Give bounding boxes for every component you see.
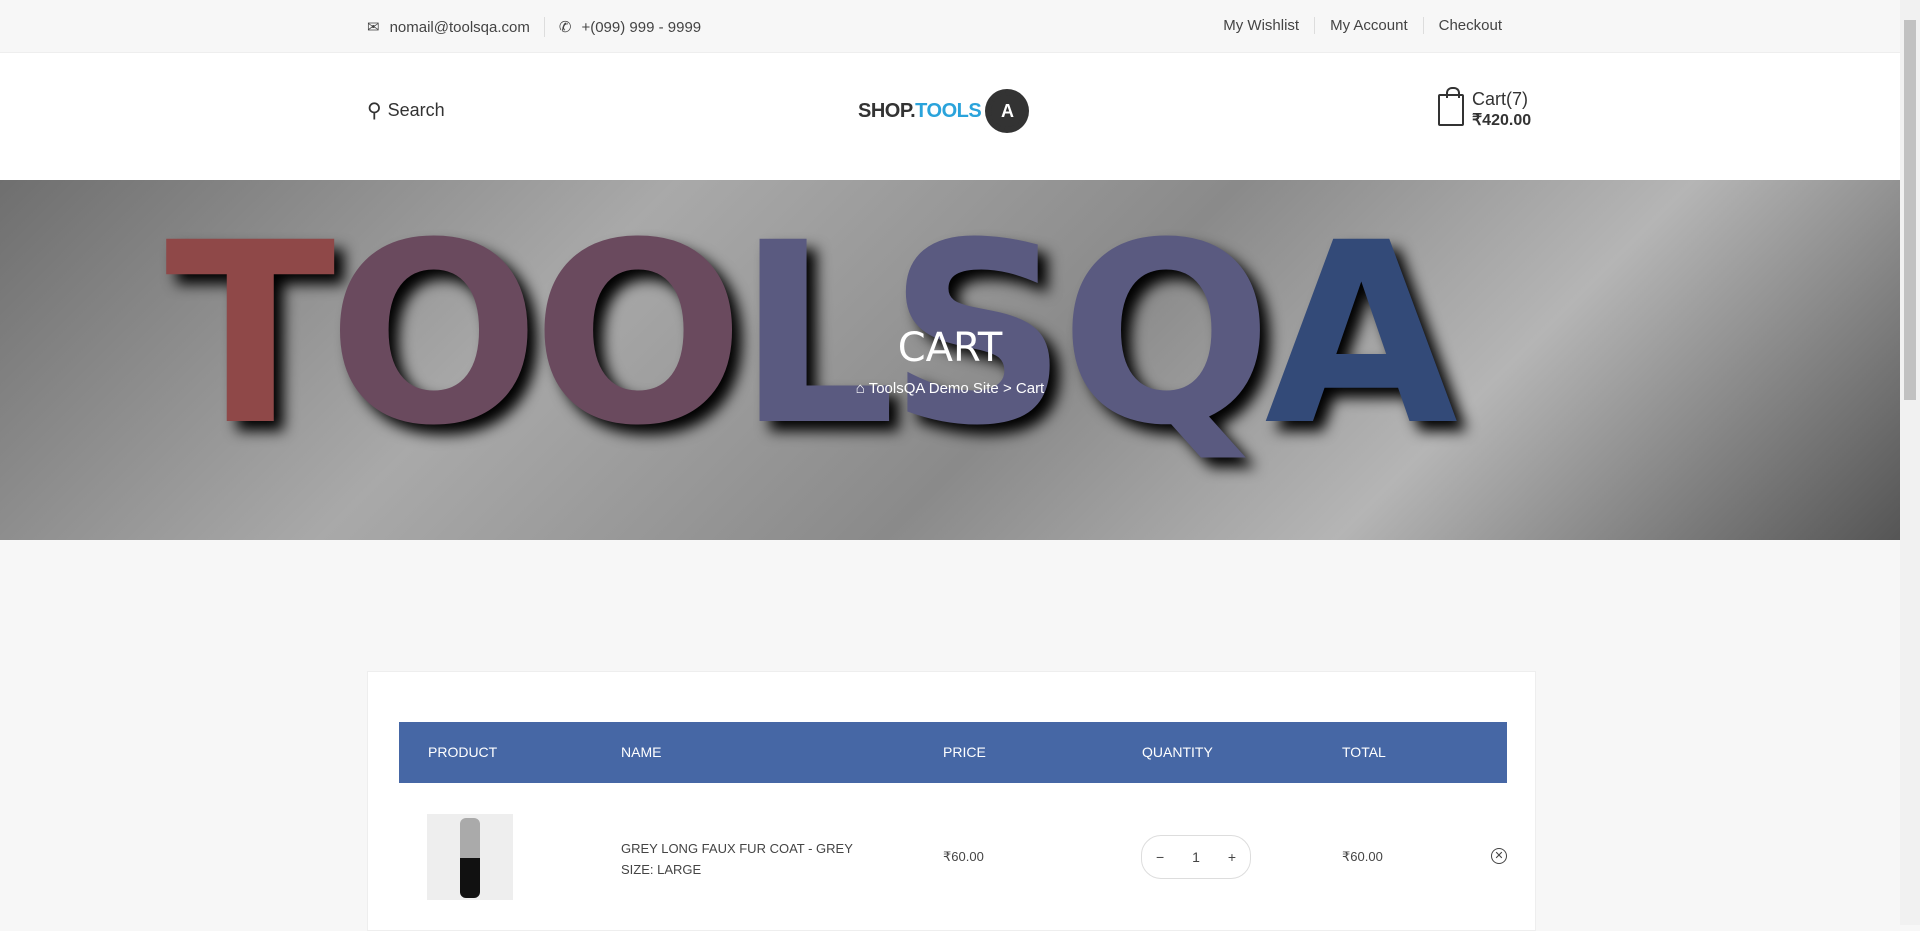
phone-icon: ✆ [558,19,572,36]
product-thumbnail[interactable] [427,814,513,900]
quantity-value[interactable]: 1 [1192,849,1200,865]
search-label: Search [387,100,445,120]
quantity-stepper[interactable]: − 1 + [1141,835,1251,879]
top-bar: ✉ nomail@toolsqa.com ✆ +(099) 999 - 9999… [0,0,1900,53]
cart-table-header: PRODUCT NAME PRICE QUANTITY TOTAL [399,722,1507,783]
mini-cart[interactable]: Cart(7) ₹420.00 [1438,86,1532,130]
search-button[interactable]: ⚲ Search [367,98,445,123]
search-icon: ⚲ [367,100,382,122]
increase-button[interactable]: + [1228,849,1236,865]
scrollbar-thumb[interactable] [1904,20,1916,400]
header-price: PRICE [943,744,986,760]
header-product: PRODUCT [428,744,498,760]
wishlist-link[interactable]: My Wishlist [1208,17,1314,34]
scrollbar[interactable] [1900,0,1920,925]
header-name: NAME [621,744,662,760]
phone-text: +(099) 999 - 9999 [581,18,702,36]
mail-icon: ✉ [367,19,380,36]
page-banner: TOOLSQA CART ⌂ ToolsQA Demo Site > Cart [0,180,1900,540]
email-text: nomail@toolsqa.com [389,18,530,36]
shopping-bag-icon [1438,86,1464,126]
product-size: SIZE: LARGE [621,862,702,877]
product-total: ₹60.00 [1342,849,1383,864]
site-logo[interactable]: SHOP. TOOLS A [858,89,1030,133]
breadcrumb-separator: > [1002,380,1012,397]
cart-total: ₹420.00 [1472,112,1532,129]
header-quantity: QUANTITY [1142,744,1213,760]
checkout-link[interactable]: Checkout [1422,17,1517,34]
cart-table-card: PRODUCT NAME PRICE QUANTITY TOTAL GREY L… [367,671,1536,931]
table-row: GREY LONG FAUX FUR COAT - GREY SIZE: LARG… [368,814,1537,900]
site-header: ⚲ Search SHOP. TOOLS A Cart(7) ₹420.00 [0,53,1900,180]
product-name[interactable]: GREY LONG FAUX FUR COAT - GREY SIZE: LARG… [621,838,853,880]
logo-text: SHOP. [858,99,916,122]
breadcrumb-current: Cart [1015,380,1045,397]
breadcrumb-home[interactable]: ToolsQA Demo Site [869,380,999,397]
my-account-link[interactable]: My Account [1314,17,1423,34]
cart-count: Cart(7) [1472,89,1529,109]
decrease-button[interactable]: − [1156,849,1164,865]
product-price: ₹60.00 [943,849,984,864]
page-title: CART [897,325,1003,371]
remove-item-icon[interactable]: ✕ [1491,848,1507,864]
divider [543,17,545,37]
header-total: TOTAL [1342,744,1386,760]
gear-icon: A [985,89,1030,133]
logo-text-accent: TOOLS [915,99,982,122]
breadcrumb: ⌂ ToolsQA Demo Site > Cart [0,380,1900,397]
home-icon: ⌂ [855,380,865,397]
